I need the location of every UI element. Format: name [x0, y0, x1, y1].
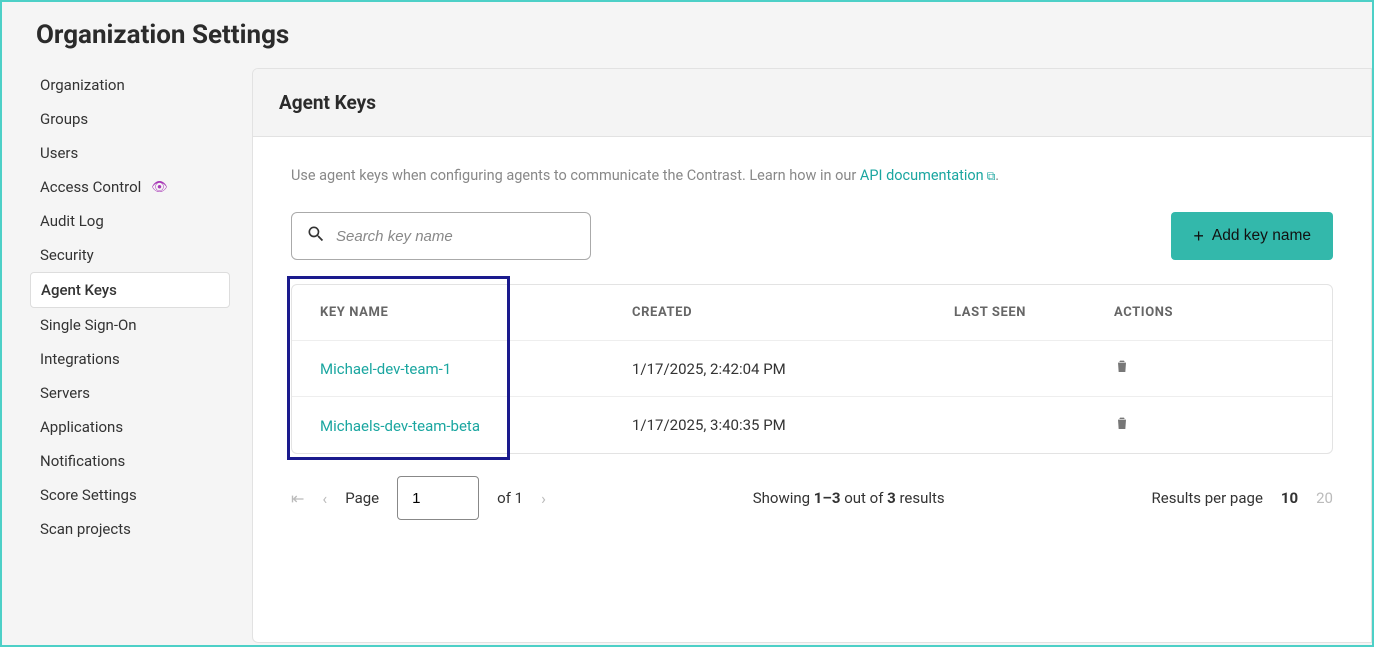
col-header-created: CREATED: [632, 305, 954, 320]
sidebar-item-single-sign-on[interactable]: Single Sign-On: [30, 308, 230, 342]
sidebar-item-organization[interactable]: Organization: [30, 68, 230, 102]
table-row: Michael-dev-team-1 1/17/2025, 2:42:04 PM: [292, 341, 1332, 397]
sidebar-item-label: Agent Keys: [41, 281, 117, 299]
help-suffix: .: [995, 167, 999, 184]
sidebar-item-label: Servers: [40, 384, 90, 402]
external-link-icon: ⧉: [987, 169, 996, 183]
add-key-label: Add key name: [1212, 227, 1311, 245]
search-input[interactable]: [336, 228, 576, 245]
sidebar: Organization Groups Users Access Control 👁 Au…: [2, 68, 252, 643]
plus-icon: +: [1193, 226, 1204, 247]
sidebar-item-agent-keys[interactable]: Agent Keys: [30, 272, 230, 308]
api-doc-link[interactable]: API documentation⧉: [860, 167, 995, 184]
sidebar-item-servers[interactable]: Servers: [30, 376, 230, 410]
sidebar-item-label: Groups: [40, 110, 88, 128]
showing-text: Showing 1–3 out of 3 results: [753, 489, 945, 507]
col-header-actions: ACTIONS: [1114, 305, 1332, 320]
delete-icon[interactable]: [1114, 360, 1130, 380]
created-cell: 1/17/2025, 2:42:04 PM: [632, 360, 954, 378]
table-row: Michaels-dev-team-beta 1/17/2025, 3:40:35…: [292, 397, 1332, 453]
agent-keys-table: KEY NAME CREATED LAST SEEN ACTIONS Micha…: [291, 284, 1333, 454]
rpp-option-20[interactable]: 20: [1316, 489, 1333, 507]
sidebar-item-label: Applications: [40, 418, 123, 436]
add-key-button[interactable]: + Add key name: [1171, 212, 1333, 260]
prev-page-icon[interactable]: ‹: [322, 489, 327, 508]
page-input[interactable]: [397, 476, 479, 520]
sidebar-item-label: Access Control: [40, 178, 141, 196]
sidebar-item-label: Users: [40, 144, 78, 162]
sidebar-item-label: Integrations: [40, 350, 120, 368]
panel-body: Use agent keys when configuring agents t…: [253, 137, 1371, 642]
panel-title: Agent Keys: [279, 91, 1345, 114]
search-wrap[interactable]: [291, 212, 591, 260]
sidebar-item-label: Security: [40, 246, 94, 264]
pagination: ⇤ ‹ Page of 1 › Showing 1–3 out of 3 res…: [291, 476, 1333, 520]
sidebar-item-label: Organization: [40, 76, 125, 94]
preview-eye-icon: 👁: [151, 180, 168, 195]
col-header-last-seen: LAST SEEN: [954, 305, 1114, 320]
sidebar-item-users[interactable]: Users: [30, 136, 230, 170]
sidebar-item-label: Scan projects: [40, 520, 131, 538]
page-title: Organization Settings: [2, 2, 1372, 68]
rpp-label: Results per page: [1152, 489, 1263, 507]
toolbar: + Add key name: [291, 212, 1333, 260]
rpp-option-10[interactable]: 10: [1281, 489, 1298, 507]
delete-icon[interactable]: [1114, 417, 1130, 437]
first-page-icon[interactable]: ⇤: [291, 489, 304, 508]
panel-header: Agent Keys: [253, 69, 1371, 137]
sidebar-item-label: Notifications: [40, 452, 125, 470]
sidebar-item-label: Single Sign-On: [40, 316, 137, 334]
search-icon: [306, 224, 326, 248]
sidebar-item-score-settings[interactable]: Score Settings: [30, 478, 230, 512]
sidebar-item-notifications[interactable]: Notifications: [30, 444, 230, 478]
sidebar-item-label: Audit Log: [40, 212, 104, 230]
of-label: of 1: [497, 489, 523, 507]
key-name-link[interactable]: Michael-dev-team-1: [320, 360, 451, 378]
help-text: Use agent keys when configuring agents t…: [291, 167, 1333, 184]
sidebar-item-applications[interactable]: Applications: [30, 410, 230, 444]
next-page-icon[interactable]: ›: [541, 489, 546, 508]
sidebar-item-access-control[interactable]: Access Control 👁: [30, 170, 230, 204]
main-panel: Agent Keys Use agent keys when configuri…: [252, 68, 1372, 643]
sidebar-item-scan-projects[interactable]: Scan projects: [30, 512, 230, 546]
page-label: Page: [345, 489, 379, 507]
table-header-row: KEY NAME CREATED LAST SEEN ACTIONS: [292, 285, 1332, 341]
created-cell: 1/17/2025, 3:40:35 PM: [632, 416, 954, 434]
sidebar-item-audit-log[interactable]: Audit Log: [30, 204, 230, 238]
sidebar-item-security[interactable]: Security: [30, 238, 230, 272]
sidebar-item-integrations[interactable]: Integrations: [30, 342, 230, 376]
help-prefix: Use agent keys when configuring agents t…: [291, 167, 860, 184]
key-name-link[interactable]: Michaels-dev-team-beta: [320, 417, 480, 435]
sidebar-item-label: Score Settings: [40, 486, 137, 504]
sidebar-item-groups[interactable]: Groups: [30, 102, 230, 136]
col-header-name: KEY NAME: [292, 305, 632, 320]
